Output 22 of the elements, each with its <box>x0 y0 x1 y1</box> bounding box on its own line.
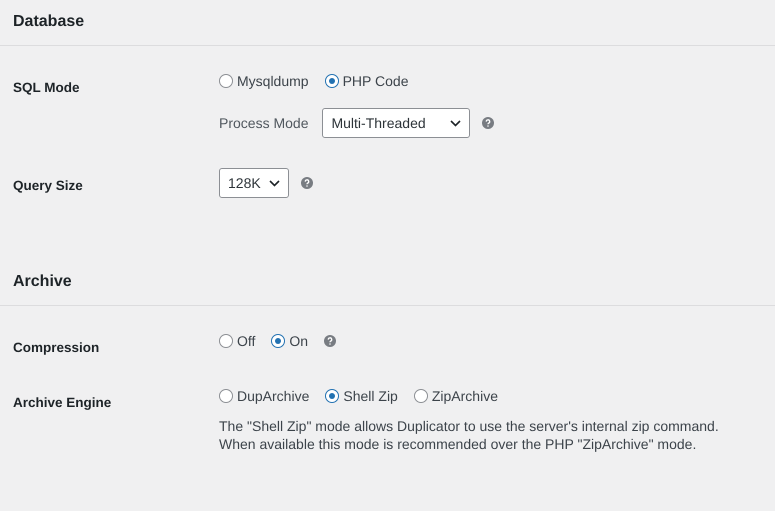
description-text: The "Shell Zip" mode allows Duplicator to use the server's internal zip command. When available this mode is recommended over the PHP "ZipArchive" mode. <box>219 417 719 453</box>
field-label: Compression <box>12 339 100 355</box>
dropdown[interactable]: Multi-Threaded <box>322 108 470 138</box>
field-label: Query Size <box>12 177 84 195</box>
radio-option[interactable]: Mysqldump <box>219 73 309 89</box>
radio-option[interactable]: DupArchive <box>219 388 310 404</box>
help-icon[interactable] <box>324 335 336 347</box>
section-heading: Archive <box>13 272 73 292</box>
radio-option[interactable]: On <box>271 333 308 349</box>
radio-option[interactable]: Shell Zip <box>325 388 398 404</box>
help-icon[interactable] <box>300 177 313 189</box>
section-heading: Database <box>13 12 86 32</box>
dropdown[interactable]: 128K <box>219 168 289 198</box>
chevron-icon <box>268 180 280 186</box>
radio-option[interactable]: Off <box>219 333 256 349</box>
radio-option[interactable]: ZipArchive <box>414 388 498 404</box>
help-icon[interactable] <box>482 117 494 129</box>
field-label: SQL Mode <box>12 79 81 97</box>
chevron-icon <box>450 120 462 126</box>
field-label: Archive Engine <box>12 394 112 412</box>
radio-option[interactable]: PHP Code <box>324 73 408 89</box>
field-label: Process Mode <box>219 115 308 131</box>
